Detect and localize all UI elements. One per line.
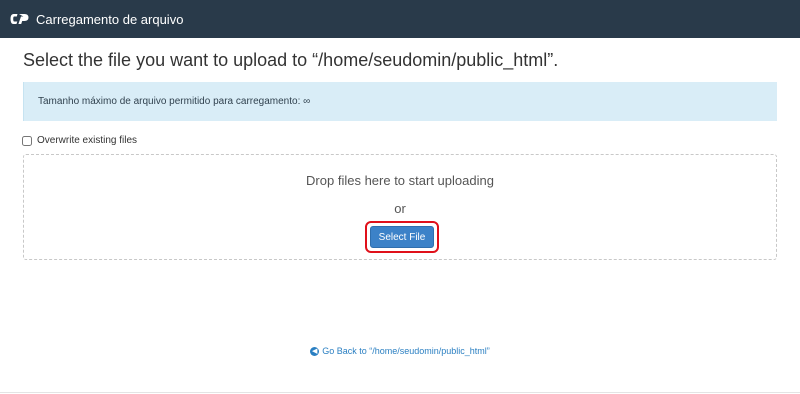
overwrite-label: Overwrite existing files	[37, 135, 138, 146]
go-back-link[interactable]: ◀ Go Back to “/home/seudomin/public_html…	[0, 346, 800, 356]
select-file-button[interactable]: Select File	[370, 226, 434, 248]
footer-divider	[0, 392, 800, 393]
overwrite-checkbox[interactable]	[22, 135, 32, 146]
page-title: Carregamento de arquivo	[36, 11, 184, 27]
cpanel-logo-icon[interactable]	[10, 11, 30, 27]
or-text: or	[394, 201, 406, 216]
top-bar: Carregamento de arquivo	[0, 0, 800, 38]
max-size-info-box: Tamanho máximo de arquivo permitido para…	[23, 82, 777, 121]
upload-heading: Select the file you want to upload to “/…	[23, 50, 559, 70]
go-back-label: Go Back to “/home/seudomin/public_html”	[322, 346, 490, 356]
drop-files-text: Drop files here to start uploading	[306, 173, 494, 188]
max-size-text: Tamanho máximo de arquivo permitido para…	[38, 96, 311, 107]
overwrite-option[interactable]: Overwrite existing files	[22, 135, 137, 146]
select-file-highlight: Select File	[365, 221, 439, 253]
arrow-left-circle-icon: ◀	[310, 346, 320, 356]
file-drop-zone[interactable]: Drop files here to start uploading or Se…	[23, 154, 777, 260]
